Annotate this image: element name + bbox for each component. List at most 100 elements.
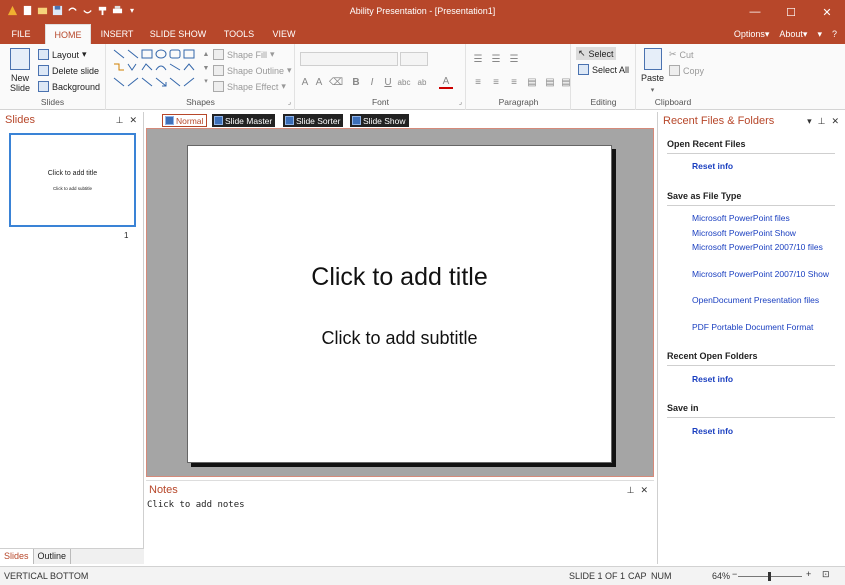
paragraph-group: ☰ ☰ ☰ ≡ ≡ ≡ ▤ ▤ ▤ Paragraph	[467, 44, 571, 110]
font-color-icon[interactable]: A	[439, 75, 453, 89]
gallery-more-icon[interactable]: ▾	[199, 74, 213, 88]
select-all-button[interactable]: Select All	[578, 64, 629, 75]
shape-outline-button[interactable]: Shape Outline ▾	[213, 65, 292, 76]
bold-icon[interactable]: B	[349, 75, 363, 89]
shape-fill-button[interactable]: Shape Fill ▾	[213, 49, 275, 60]
zoom-in-icon[interactable]: +	[806, 569, 811, 579]
strikethrough-icon[interactable]: abc	[397, 75, 411, 89]
reset-info-link[interactable]: Reset info	[692, 160, 832, 172]
italic-icon[interactable]: I	[365, 75, 379, 89]
view-tab-slide-show[interactable]: Slide Show	[350, 114, 409, 127]
shapes-gallery[interactable]	[112, 48, 207, 90]
pin-icon[interactable]: ⊥	[116, 115, 124, 126]
tab-slides[interactable]: Slides	[0, 549, 34, 564]
align-bottom-icon[interactable]: ▤	[561, 75, 571, 89]
close-window-icon[interactable]: ✕	[809, 0, 845, 24]
shape-effect-icon	[213, 81, 224, 92]
ribbon-arrows-icon[interactable]: ▾	[817, 29, 822, 40]
shapes-dialog-launcher-icon[interactable]: ⌟	[288, 98, 291, 106]
font-group-label: Font	[371, 97, 389, 107]
font-dialog-launcher-icon[interactable]: ⌟	[459, 98, 462, 106]
zoom-slider-handle[interactable]	[768, 572, 771, 581]
tab-outline[interactable]: Outline	[34, 549, 72, 564]
grow-font-icon[interactable]: A	[298, 75, 312, 89]
about-menu[interactable]: About▾	[779, 29, 807, 40]
tab-insert[interactable]: INSERT	[96, 24, 138, 44]
shapes-group-label: Shapes	[186, 97, 215, 107]
file-type-link[interactable]: Microsoft PowerPoint 2007/10 files	[692, 241, 832, 253]
pane-dropdown-icon[interactable]: ▾	[807, 116, 812, 127]
shapes-group: ▲ ▼ ▾ Shape Fill ▾ Shape Outline ▾ Shape…	[107, 44, 295, 110]
thumbnail-subtitle: Click to add subtitle	[52, 186, 93, 191]
paste-button[interactable]: Paste ▾	[641, 48, 664, 94]
shrink-font-icon[interactable]: A	[312, 75, 326, 89]
align-right-icon[interactable]: ≡	[507, 75, 521, 89]
underline-icon[interactable]: U	[381, 75, 395, 89]
align-middle-icon[interactable]: ▤	[543, 75, 557, 89]
text-shadow-icon[interactable]: ab	[415, 75, 429, 89]
close-pane-icon[interactable]: ✕	[129, 115, 137, 126]
font-size-dropdown[interactable]	[400, 52, 428, 66]
align-center-icon[interactable]: ≡	[489, 75, 503, 89]
slides-pane: Slides ⊥ ✕ Click to add title Click to ad…	[0, 112, 144, 564]
select-button[interactable]: ↖ Select	[576, 47, 616, 60]
right-pin-icon[interactable]: ⊥	[818, 116, 826, 127]
file-type-link[interactable]: Microsoft PowerPoint 2007/10 Show	[692, 268, 832, 280]
fit-window-icon[interactable]: ⊡	[822, 569, 830, 580]
status-mode: VERTICAL BOTTOM	[4, 571, 89, 581]
file-type-link[interactable]: Microsoft PowerPoint Show	[692, 227, 832, 239]
slide-thumbnail[interactable]: Click to add title Click to add subtitle	[9, 133, 136, 227]
notes-close-icon[interactable]: ✕	[640, 485, 648, 496]
options-menu[interactable]: Options▾	[734, 29, 770, 40]
new-slide-button[interactable]: New Slide	[5, 48, 35, 93]
tab-tools[interactable]: TOOLS	[219, 24, 259, 44]
paragraph-group-label: Paragraph	[498, 97, 539, 107]
notes-pin-icon[interactable]: ⊥	[627, 485, 635, 496]
layout-button[interactable]: Layout ▾	[38, 49, 87, 60]
view-tab-slide-sorter[interactable]: Slide Sorter	[283, 114, 344, 127]
file-type-link[interactable]: Microsoft PowerPoint files	[692, 212, 832, 224]
tab-home[interactable]: HOME	[45, 24, 91, 45]
indent-icon[interactable]: ☰	[507, 52, 521, 66]
minimize-icon[interactable]: —	[737, 0, 773, 24]
slide-title-placeholder[interactable]: Click to add title	[188, 263, 611, 292]
help-icon[interactable]: ?	[832, 29, 837, 40]
numbering-icon[interactable]: ☰	[489, 52, 503, 66]
maximize-icon[interactable]: ☐	[773, 0, 809, 24]
cut-button[interactable]: ✂ Cut	[669, 49, 694, 60]
left-pane-tabs: Slides Outline	[0, 548, 144, 564]
notes-input[interactable]: Click to add notes	[147, 500, 245, 510]
copy-icon	[669, 65, 680, 76]
reset-info-link[interactable]: Reset info	[692, 425, 832, 437]
copy-button[interactable]: Copy	[669, 65, 704, 76]
ribbon: New Slide Layout ▾ Delete slide Backgrou…	[0, 44, 845, 110]
gallery-scroll-up-icon[interactable]: ▲	[199, 47, 213, 61]
shape-effect-button[interactable]: Shape Effect ▾	[213, 81, 286, 92]
background-button[interactable]: Background	[38, 81, 100, 92]
title-bar: ▾ Ability Presentation - [Presentation1]…	[0, 0, 845, 24]
file-type-link[interactable]: PDF Portable Document Format	[692, 321, 832, 333]
delete-slide-button[interactable]: Delete slide	[38, 65, 99, 76]
tab-file[interactable]: FILE	[6, 24, 36, 44]
view-tab-normal[interactable]: Normal	[162, 114, 208, 127]
clear-format-icon[interactable]: ⌫	[329, 75, 343, 89]
slide[interactable]: Click to add title Click to add subtitle	[187, 145, 612, 463]
view-tab-slide-master[interactable]: Slide Master	[212, 114, 276, 127]
tab-slide-show[interactable]: SLIDE SHOW	[146, 24, 210, 44]
bullets-icon[interactable]: ☰	[471, 52, 485, 66]
align-left-icon[interactable]: ≡	[471, 75, 485, 89]
slide-subtitle-placeholder[interactable]: Click to add subtitle	[188, 328, 611, 349]
file-type-link[interactable]: OpenDocument Presentation files	[692, 294, 832, 306]
right-close-icon[interactable]: ✕	[831, 116, 839, 127]
gallery-scroll-down-icon[interactable]: ▼	[199, 61, 213, 75]
new-slide-icon	[10, 48, 30, 70]
tab-view[interactable]: VIEW	[266, 24, 302, 44]
slide-number: 1	[124, 231, 129, 240]
normal-view-icon	[165, 116, 174, 125]
font-name-dropdown[interactable]	[300, 52, 398, 66]
zoom-out-icon[interactable]: −	[732, 569, 737, 579]
select-all-icon	[578, 64, 589, 75]
justify-icon[interactable]: ▤	[525, 75, 539, 89]
reset-info-link[interactable]: Reset info	[692, 373, 832, 385]
scissors-icon: ✂	[669, 49, 677, 59]
